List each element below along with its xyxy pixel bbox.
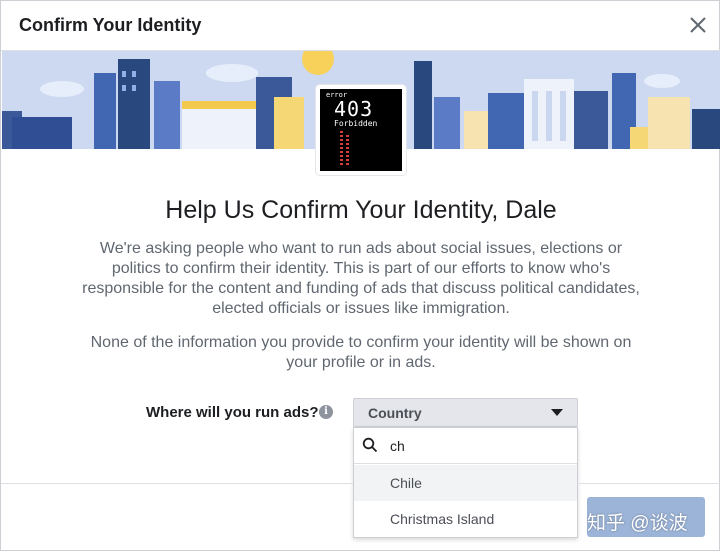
country-option-chile[interactable]: Chile — [354, 465, 577, 501]
error-403-image: error 403 Forbidden — [320, 89, 402, 171]
country-dropdown-label: Country — [368, 405, 422, 421]
privacy-paragraph: None of the information you provide to c… — [90, 334, 632, 371]
footer-divider — [579, 483, 720, 484]
country-search-input[interactable] — [390, 434, 570, 458]
error-code: 403 — [334, 97, 374, 121]
country-question-label: Where will you run ads? — [146, 404, 319, 421]
country-dropdown[interactable]: Country — [353, 398, 578, 427]
page-heading: Help Us Confirm Your Identity, Dale — [165, 196, 557, 224]
confirm-identity-dialog: Confirm Your Identity error 403 Forbidde… — [0, 0, 720, 551]
error-403-badge: error 403 Forbidden — [316, 85, 406, 175]
country-menu: Chile Christmas Island — [353, 427, 578, 538]
error-message: Forbidden — [334, 119, 378, 128]
dialog-title: Confirm Your Identity — [19, 15, 202, 35]
intro-paragraph: We're asking people who want to run ads … — [82, 240, 640, 317]
dialog-header: Confirm Your Identity — [1, 1, 720, 51]
search-icon — [362, 437, 378, 453]
glitch-decoration — [340, 131, 343, 167]
country-search-row — [354, 428, 577, 464]
close-icon[interactable] — [687, 14, 709, 36]
caret-down-icon — [551, 409, 563, 416]
glitch-decoration — [346, 135, 349, 165]
watermark-text: 知乎 @谈波 — [587, 513, 688, 534]
footer-divider — [1, 483, 353, 484]
info-icon[interactable]: i — [319, 405, 333, 419]
country-option-christmas-island[interactable]: Christmas Island — [354, 501, 577, 537]
